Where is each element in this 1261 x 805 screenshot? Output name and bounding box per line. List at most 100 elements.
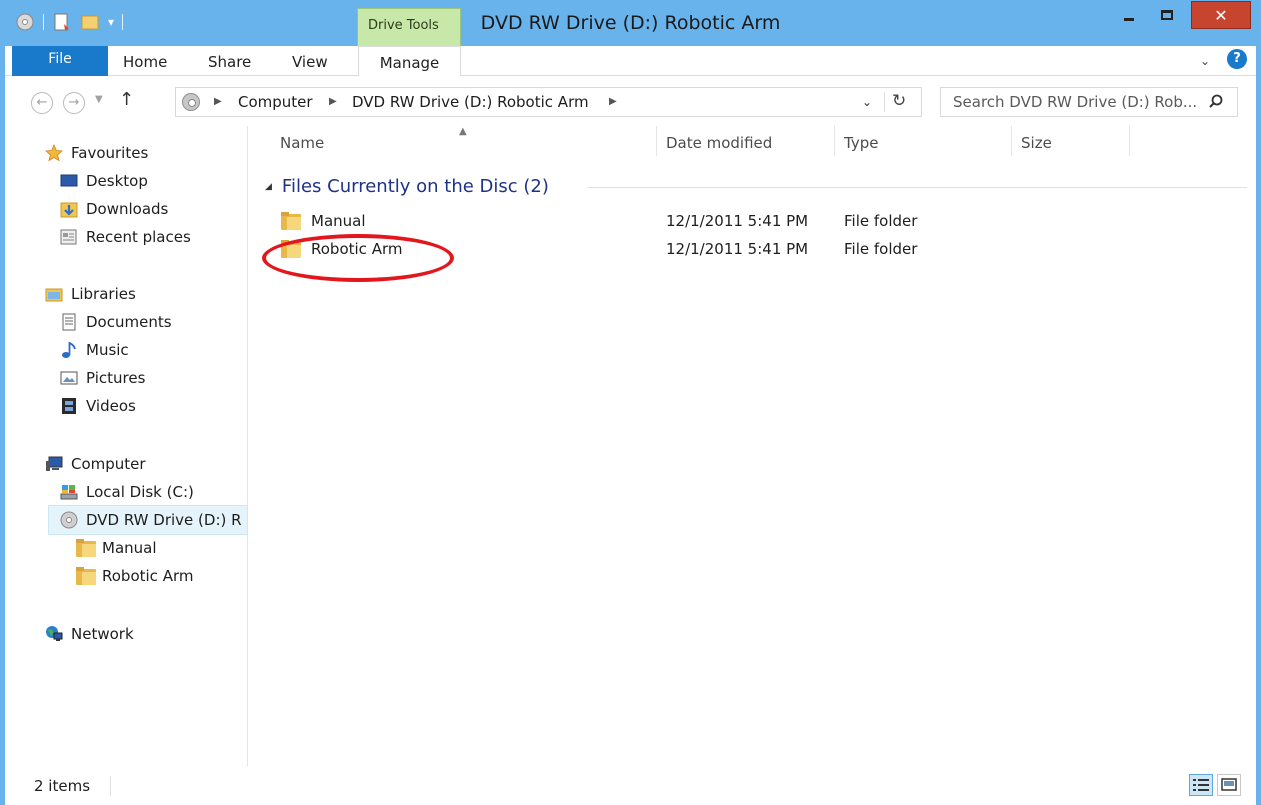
details-view-button[interactable] <box>1189 774 1213 796</box>
item-count: 2 items <box>34 777 91 795</box>
nav-dvd-drive-label: DVD RW Drive (D:) R <box>86 511 242 529</box>
nav-subfolder-manual[interactable]: Manual <box>76 535 157 561</box>
column-header-name[interactable]: Name <box>280 134 324 152</box>
file-date-modified: 12/1/2011 5:41 PM <box>666 240 809 258</box>
file-date-modified: 12/1/2011 5:41 PM <box>666 212 809 230</box>
nav-computer[interactable]: Computer <box>45 451 146 477</box>
minimize-icon <box>1124 17 1134 21</box>
folder-icon <box>76 567 96 585</box>
breadcrumb-current-drive[interactable]: DVD RW Drive (D:) Robotic Arm <box>352 93 589 111</box>
nav-videos-label: Videos <box>86 397 136 415</box>
nav-documents-label: Documents <box>86 313 172 331</box>
nav-music-label: Music <box>86 341 129 359</box>
column-divider[interactable] <box>1011 126 1012 156</box>
star-icon <box>45 144 63 162</box>
file-row-manual[interactable]: Manual 12/1/2011 5:41 PM File folder <box>249 207 969 235</box>
large-icons-view-button[interactable] <box>1217 774 1241 796</box>
music-note-icon <box>62 341 76 358</box>
desktop-icon <box>60 174 78 187</box>
nav-favourites-label: Favourites <box>71 144 149 162</box>
file-list-pane: ▲ Name Date modified Type Size ◢ Files C… <box>249 126 1256 766</box>
nav-network-label: Network <box>71 625 134 643</box>
refresh-icon[interactable]: ↻ <box>892 91 906 111</box>
nav-desktop[interactable]: Desktop <box>60 168 148 194</box>
forward-button[interactable]: → <box>63 92 85 114</box>
nav-pictures-label: Pictures <box>86 369 146 387</box>
close-icon: ✕ <box>1214 5 1228 25</box>
local-disk-icon <box>60 485 78 500</box>
breadcrumb-chevron-icon[interactable]: ▶ <box>214 96 222 107</box>
libraries-icon <box>45 288 63 302</box>
window-title: DVD RW Drive (D:) Robotic Arm <box>480 12 781 34</box>
nav-subfolder-manual-label: Manual <box>102 539 157 557</box>
nav-favourites[interactable]: Favourites <box>45 140 148 166</box>
nav-recent-places[interactable]: Recent places <box>60 224 191 250</box>
nav-network[interactable]: Network <box>45 621 134 647</box>
details-view-icon <box>1193 779 1209 791</box>
expand-ribbon-icon[interactable]: ⌄ <box>1200 54 1210 68</box>
computer-icon <box>46 456 63 471</box>
nav-subfolder-robotic-arm[interactable]: Robotic Arm <box>76 563 193 589</box>
dvd-disc-icon <box>60 511 78 529</box>
column-header-type[interactable]: Type <box>844 134 878 152</box>
large-icons-view-icon <box>1221 778 1237 791</box>
folder-icon <box>76 539 96 557</box>
recent-locations-dropdown-icon[interactable]: ▼ <box>95 94 103 105</box>
disc-icon <box>182 93 200 111</box>
address-row: ← → ▼ ↑ ▶ Computer ▶ DVD RW Drive (D:) R… <box>5 76 1256 126</box>
nav-downloads[interactable]: Downloads <box>60 196 168 222</box>
address-dropdown-icon[interactable]: ⌄ <box>862 95 872 109</box>
column-divider[interactable] <box>834 126 835 156</box>
nav-local-disk[interactable]: Local Disk (C:) <box>60 479 194 505</box>
nav-pictures[interactable]: Pictures <box>60 365 145 391</box>
title-bar: ▾ Drive Tools DVD RW Drive (D:) Robotic … <box>5 0 1256 46</box>
collapse-group-icon[interactable]: ◢ <box>265 182 272 192</box>
explorer-window: ▾ Drive Tools DVD RW Drive (D:) Robotic … <box>0 0 1261 805</box>
up-button[interactable]: ↑ <box>119 89 134 110</box>
column-divider[interactable] <box>1129 126 1130 156</box>
group-header-label: Files Currently on the Disc (2) <box>281 176 549 197</box>
search-input[interactable]: Search DVD RW Drive (D:) Rob... <box>953 93 1197 111</box>
tab-view[interactable]: View <box>292 46 328 76</box>
group-header[interactable]: ◢ Files Currently on the Disc (2) <box>265 176 549 197</box>
nav-libraries[interactable]: Libraries <box>45 281 136 307</box>
close-button[interactable]: ✕ <box>1191 1 1251 29</box>
back-button[interactable]: ← <box>31 92 53 114</box>
column-divider[interactable] <box>656 126 657 156</box>
help-icon[interactable]: ? <box>1227 49 1247 69</box>
maximize-button[interactable] <box>1149 0 1185 30</box>
breadcrumb-chevron-icon[interactable]: ▶ <box>609 96 617 107</box>
videos-film-icon <box>62 398 76 414</box>
tab-home[interactable]: Home <box>123 46 167 76</box>
forward-arrow-icon: → <box>68 95 80 110</box>
group-divider <box>587 187 1247 188</box>
address-bar[interactable]: ▶ Computer ▶ DVD RW Drive (D:) Robotic A… <box>175 87 922 117</box>
file-name: Manual <box>311 212 366 230</box>
nav-local-disk-label: Local Disk (C:) <box>86 483 194 501</box>
address-divider <box>884 92 885 112</box>
nav-dvd-drive[interactable]: DVD RW Drive (D:) R <box>60 507 242 533</box>
column-header-date-modified[interactable]: Date modified <box>666 134 772 152</box>
nav-recent-places-label: Recent places <box>86 228 191 246</box>
tab-file[interactable]: File <box>12 46 108 76</box>
nav-music[interactable]: Music <box>60 337 129 363</box>
ribbon-tab-bar: File Home Share View Manage ⌄ ? <box>5 46 1256 77</box>
search-box[interactable]: Search DVD RW Drive (D:) Rob... <box>940 87 1238 117</box>
nav-documents[interactable]: Documents <box>60 309 172 335</box>
maximize-icon <box>1161 10 1173 20</box>
back-arrow-icon: ← <box>36 95 48 110</box>
breadcrumb-chevron-icon[interactable]: ▶ <box>329 96 337 107</box>
tab-manage[interactable]: Manage <box>358 46 461 77</box>
file-type: File folder <box>844 212 918 230</box>
nav-videos[interactable]: Videos <box>60 393 136 419</box>
breadcrumb-computer[interactable]: Computer <box>238 93 313 111</box>
sort-ascending-icon: ▲ <box>459 126 467 137</box>
minimize-button[interactable] <box>1111 0 1147 30</box>
status-bar: 2 items <box>5 766 1256 805</box>
annotation-highlight-ring <box>262 234 454 282</box>
tab-share[interactable]: Share <box>208 46 251 76</box>
pictures-icon <box>60 371 78 385</box>
search-icon[interactable] <box>1209 94 1223 108</box>
file-type: File folder <box>844 240 918 258</box>
column-header-size[interactable]: Size <box>1021 134 1052 152</box>
